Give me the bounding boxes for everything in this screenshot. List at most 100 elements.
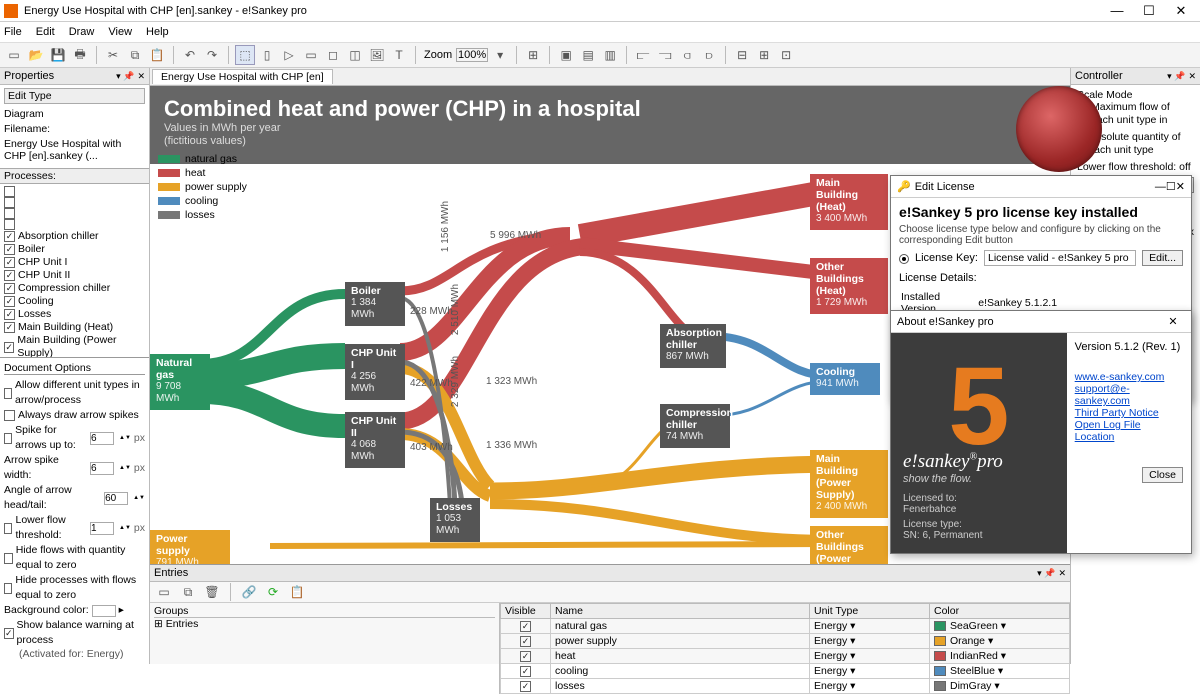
dlg-max-icon[interactable]: ☐ [1166,181,1176,193]
entry-add-icon[interactable]: ▭ [154,582,174,602]
menu-draw[interactable]: Draw [69,26,95,38]
close-entries-icon[interactable]: ✕ [1058,568,1066,578]
dist3-icon[interactable]: ⊡ [776,45,796,65]
node-cooling[interactable]: Cooling941 MWh [810,363,880,395]
chk-spike-upto[interactable] [4,433,12,444]
node-absorption[interactable]: Absorption chiller867 MWh [660,324,726,368]
entry-link-icon[interactable]: 🔗 [239,582,259,602]
print-icon[interactable]: 🖶 [70,45,90,65]
node-boiler[interactable]: Boiler1 384 MWh [345,282,405,326]
align1-icon[interactable]: ⫍ [633,45,653,65]
close-controller-icon[interactable]: ✕ [1188,71,1196,81]
zoom-drop-icon[interactable]: ▾ [490,45,510,65]
link-log[interactable]: Open Log File Location [1075,419,1183,443]
processes-list[interactable]: Absorption chillerBoilerCHP Unit ICHP Un… [0,184,149,357]
angle-input[interactable] [104,492,128,505]
chk-hide-proc[interactable] [4,583,12,594]
link-support[interactable]: support@e-sankey.com [1075,383,1183,407]
lower-thresh-input[interactable] [90,522,114,535]
bg-color-picker[interactable] [92,605,116,617]
link-website[interactable]: www.e-sankey.com [1075,371,1183,383]
node-other-heat[interactable]: Other Buildings (Heat)1 729 MWh [810,258,888,314]
node-other-power[interactable]: Other Buildings (Power Supply)976 MWh [810,526,888,564]
node-main-power[interactable]: Main Building (Power Supply)2 400 MWh [810,450,888,518]
image-tool-icon[interactable]: 🖼 [367,45,387,65]
pointer-icon[interactable]: ⬚ [235,45,255,65]
dist1-icon[interactable]: ⊟ [732,45,752,65]
zoom-value[interactable]: 100% [456,48,488,62]
copy-icon[interactable]: ⧉ [125,45,145,65]
maximize-button[interactable]: ☐ [1134,3,1164,19]
table-row[interactable]: heatEnergy ▾IndianRed ▾ [501,649,1070,664]
radio-license-key[interactable] [899,254,909,264]
dlg-close-icon[interactable]: ✕ [1176,181,1185,193]
table-row[interactable]: power supplyEnergy ▾Orange ▾ [501,634,1070,649]
menu-help[interactable]: Help [146,26,169,38]
table-row[interactable]: lossesEnergy ▾DimGray ▾ [501,679,1070,694]
dist2-icon[interactable]: ⊞ [754,45,774,65]
node-tool-icon[interactable]: ▯ [257,45,277,65]
license-key-input[interactable] [984,250,1136,266]
process-item[interactable]: Boiler [4,243,145,256]
color-more-icon[interactable]: ▸ [119,603,124,618]
view3-icon[interactable]: ▥ [600,45,620,65]
open-icon[interactable]: 📂 [26,45,46,65]
chk-hide-qty[interactable] [4,553,13,564]
close-button[interactable]: ✕ [1166,3,1196,19]
spike-width-input[interactable] [90,462,114,475]
save-icon[interactable]: 💾 [48,45,68,65]
about-close-button[interactable]: Close [1142,467,1183,483]
align4-icon[interactable]: ⫐ [699,45,719,65]
node-natural-gas[interactable]: Natural gas9 708 MWh [150,354,210,410]
node-chp1[interactable]: CHP Unit I4 256 MWh [345,344,405,400]
entry-paste-icon[interactable]: 📋 [287,582,307,602]
menu-view[interactable]: View [108,26,132,38]
arrow-tool-icon[interactable]: ▷ [279,45,299,65]
autohide-icon[interactable]: ▾ 📌 [116,71,134,81]
chart-tool-icon[interactable]: ◫ [345,45,365,65]
chk-lower-thresh[interactable] [4,523,12,534]
redo-icon[interactable]: ↷ [202,45,222,65]
chk-always-spikes[interactable] [4,410,15,421]
cut-icon[interactable]: ✂ [103,45,123,65]
process-item[interactable]: Absorption chiller [4,230,145,243]
menu-edit[interactable]: Edit [36,26,55,38]
process-item[interactable]: Compression chiller [4,282,145,295]
process-item[interactable]: Main Building (Heat) [4,321,145,334]
spike-upto-input[interactable] [90,432,114,445]
close-pane-icon[interactable]: ✕ [137,71,145,81]
node-chp2[interactable]: CHP Unit II4 068 MWh [345,412,405,468]
process-item[interactable]: Losses [4,308,145,321]
about-close-icon[interactable]: ✕ [1161,315,1185,328]
align3-icon[interactable]: ⫏ [677,45,697,65]
table-row[interactable]: natural gasEnergy ▾SeaGreen ▾ [501,619,1070,634]
link-thirdparty[interactable]: Third Party Notice [1075,407,1183,419]
view1-icon[interactable]: ▣ [556,45,576,65]
view2-icon[interactable]: ▤ [578,45,598,65]
menu-file[interactable]: File [4,26,22,38]
table-row[interactable]: coolingEnergy ▾SteelBlue ▾ [501,664,1070,679]
tab-document[interactable]: Energy Use Hospital with CHP [en] [152,69,333,84]
minimize-button[interactable]: — [1102,3,1132,19]
node-power-supply[interactable]: Power supply791 MWh [150,530,230,564]
process-item[interactable]: CHP Unit II [4,269,145,282]
process-item[interactable]: CHP Unit I [4,256,145,269]
text-label-icon[interactable]: T [389,45,409,65]
process-item[interactable]: Cooling [4,295,145,308]
node-compression[interactable]: Compression chiller74 MWh [660,404,730,448]
node-losses[interactable]: Losses1 053 MWh [430,498,480,542]
node-main-heat[interactable]: Main Building (Heat)3 400 MWh [810,174,888,230]
paste-icon[interactable]: 📋 [147,45,167,65]
dlg-min-icon[interactable]: — [1155,181,1166,193]
entry-copy-icon[interactable]: ⧉ [178,582,198,602]
edit-type-drop[interactable]: Edit Type [4,88,145,104]
entries-table[interactable]: Visible Name Unit Type Color natural gas… [500,603,1070,694]
edit-license-button[interactable]: Edit... [1142,250,1183,266]
align2-icon[interactable]: ⫎ [655,45,675,65]
chk-show-balance[interactable] [4,628,14,639]
chk-allow-diff[interactable] [4,388,12,399]
grid-icon[interactable]: ⊞ [523,45,543,65]
undo-icon[interactable]: ↶ [180,45,200,65]
text-tool-icon[interactable]: ▭ [301,45,321,65]
process-item[interactable]: Main Building (Power Supply) [4,334,145,357]
